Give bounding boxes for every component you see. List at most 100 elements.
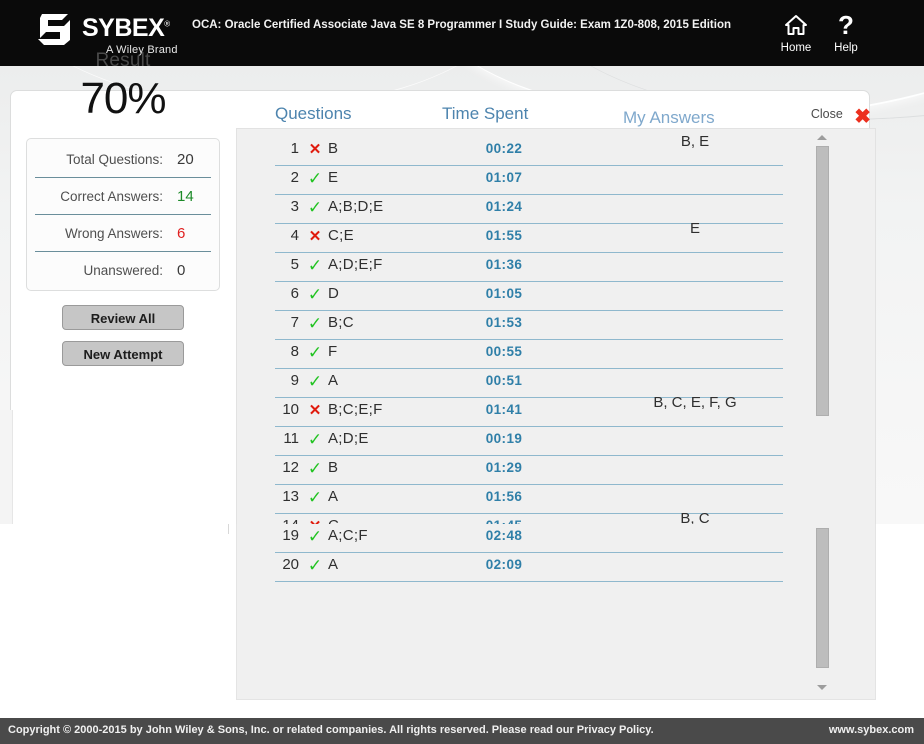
- review-all-button[interactable]: Review All: [62, 305, 184, 330]
- correct-answer: B;C;E;F: [328, 401, 383, 418]
- footer-website-link[interactable]: www.sybex.com: [829, 724, 914, 736]
- question-number: 3: [290, 198, 299, 215]
- question-number: 4: [290, 227, 299, 244]
- questions-table-panel-lower[interactable]: 1✕B00:22B, E2✓E01:073✓A;B;D;E01:244✕C;E0…: [236, 524, 876, 700]
- new-attempt-button[interactable]: New Attempt: [62, 341, 184, 366]
- time-spent: 02:48: [485, 528, 523, 543]
- my-answer: B, C, E, F, G: [653, 394, 737, 411]
- check-icon: ✓: [307, 198, 323, 217]
- stat-row-wrong: Wrong Answers: 6: [35, 215, 211, 252]
- question-number: 10: [282, 401, 299, 418]
- time-spent: 02:09: [485, 557, 523, 572]
- questions-row-list-lower: 1✕B00:22B, E2✓E01:073✓A;B;D;E01:244✕C;E0…: [237, 524, 814, 582]
- footer-copyright: Copyright © 2000-2015 by John Wiley & So…: [8, 724, 654, 736]
- time-spent: 01:36: [485, 257, 523, 272]
- stat-value: 0: [177, 261, 186, 279]
- stat-label: Correct Answers:: [60, 188, 163, 204]
- check-icon: ✓: [307, 372, 323, 391]
- correct-answer: A;D;E;F: [328, 256, 383, 273]
- stat-value: 6: [177, 224, 186, 242]
- column-header-my-answers: My Answers: [623, 108, 715, 127]
- table-row[interactable]: 2 ✓ E 01:07: [275, 166, 783, 195]
- question-number: 8: [290, 343, 299, 360]
- question-number: 19: [282, 527, 299, 544]
- nav-home-button[interactable]: Home: [769, 12, 823, 54]
- column-header-time-spent: Time Spent: [442, 104, 529, 123]
- table-row[interactable]: 4 ✕ C;E 01:55 E: [275, 220, 783, 253]
- correct-answer: B;C: [328, 314, 354, 331]
- check-icon: ✓: [307, 169, 323, 188]
- check-icon: ✓: [307, 459, 323, 478]
- my-answer: B, E: [680, 133, 710, 150]
- scrollbar-thumb[interactable]: [816, 528, 829, 668]
- close-button[interactable]: Close ✖: [811, 107, 871, 127]
- correct-answer: B: [328, 140, 339, 157]
- check-icon: ✓: [307, 527, 323, 546]
- question-number: 9: [290, 372, 299, 389]
- cross-icon: ✕: [308, 228, 322, 245]
- question-mark-icon: ?: [838, 10, 854, 40]
- table-row[interactable]: 5 ✓ A;D;E;F 01:36: [275, 253, 783, 282]
- correct-answer: A: [328, 556, 339, 573]
- table-row[interactable]: 19 ✓ A;C;F 02:48: [275, 524, 783, 553]
- correct-answer: F: [328, 343, 338, 360]
- correct-answer: A: [328, 372, 339, 389]
- question-number: 12: [282, 459, 299, 476]
- check-icon: ✓: [307, 488, 323, 507]
- question-number: 2: [290, 169, 299, 186]
- time-spent: 01:56: [485, 489, 523, 504]
- cross-icon: ✕: [308, 402, 322, 419]
- stat-label: Unanswered:: [83, 262, 163, 278]
- check-icon: ✓: [307, 556, 323, 575]
- table-scrollbar-lower[interactable]: [814, 525, 830, 693]
- sybex-wordmark: SYBEX®: [82, 14, 170, 42]
- check-icon: ✓: [307, 285, 323, 304]
- table-row[interactable]: 7 ✓ B;C 01:53: [275, 311, 783, 340]
- correct-answer: A;D;E: [328, 430, 369, 447]
- table-row[interactable]: 12 ✓ B 01:29: [275, 456, 783, 485]
- nav-help-label: Help: [834, 42, 858, 54]
- time-spent: 01:29: [485, 460, 523, 475]
- check-icon: ✓: [307, 256, 323, 275]
- scroll-down-arrow-icon[interactable]: [817, 685, 827, 690]
- time-spent: 00:22: [485, 141, 523, 156]
- close-icon: ✖: [854, 106, 871, 128]
- question-number: 13: [282, 488, 299, 505]
- time-spent: 01:55: [485, 228, 523, 243]
- table-row[interactable]: 8 ✓ F 00:55: [275, 340, 783, 369]
- stat-value: 20: [177, 150, 194, 168]
- sybex-logo-mark: [38, 14, 70, 45]
- table-row[interactable]: 1 ✕ B 00:22 B, E: [275, 133, 783, 166]
- stat-row-unanswered: Unanswered: 0: [35, 252, 211, 288]
- page-footer: Copyright © 2000-2015 by John Wiley & So…: [0, 718, 924, 744]
- left-edge-strip: [0, 410, 13, 524]
- table-row[interactable]: 10 ✕ B;C;E;F 01:41 B, C, E, F, G: [275, 394, 783, 427]
- correct-answer: A: [328, 488, 339, 505]
- correct-answer: E: [328, 169, 339, 186]
- question-number: 1: [290, 140, 299, 157]
- scrollbar-thumb[interactable]: [816, 146, 829, 416]
- panel-divider-tick: [228, 524, 229, 534]
- question-number: 20: [282, 556, 299, 573]
- time-spent: 01:41: [485, 402, 523, 417]
- correct-answer: B: [328, 459, 339, 476]
- stat-value: 14: [177, 187, 194, 205]
- time-spent: 00:51: [485, 373, 523, 388]
- correct-answer: D: [328, 285, 340, 302]
- correct-answer: A;C;F: [328, 527, 368, 544]
- stat-row-total: Total Questions: 20: [35, 141, 211, 178]
- table-scrollbar-upper[interactable]: [814, 132, 830, 544]
- scroll-up-arrow-icon[interactable]: [817, 135, 827, 140]
- cross-icon: ✕: [308, 141, 322, 158]
- stat-label: Wrong Answers:: [64, 225, 163, 241]
- correct-answer: C;E: [328, 227, 354, 244]
- table-row[interactable]: 11 ✓ A;D;E 00:19: [275, 427, 783, 456]
- time-spent: 01:07: [485, 170, 523, 185]
- stat-row-correct: Correct Answers: 14: [35, 178, 211, 215]
- book-title: OCA: Oracle Certified Associate Java SE …: [192, 19, 731, 31]
- nav-help-button[interactable]: ? Help: [819, 12, 873, 54]
- correct-answer: A;B;D;E: [328, 198, 384, 215]
- time-spent: 01:05: [485, 286, 523, 301]
- table-row[interactable]: 20 ✓ A 02:09: [275, 553, 783, 582]
- table-row[interactable]: 6 ✓ D 01:05: [275, 282, 783, 311]
